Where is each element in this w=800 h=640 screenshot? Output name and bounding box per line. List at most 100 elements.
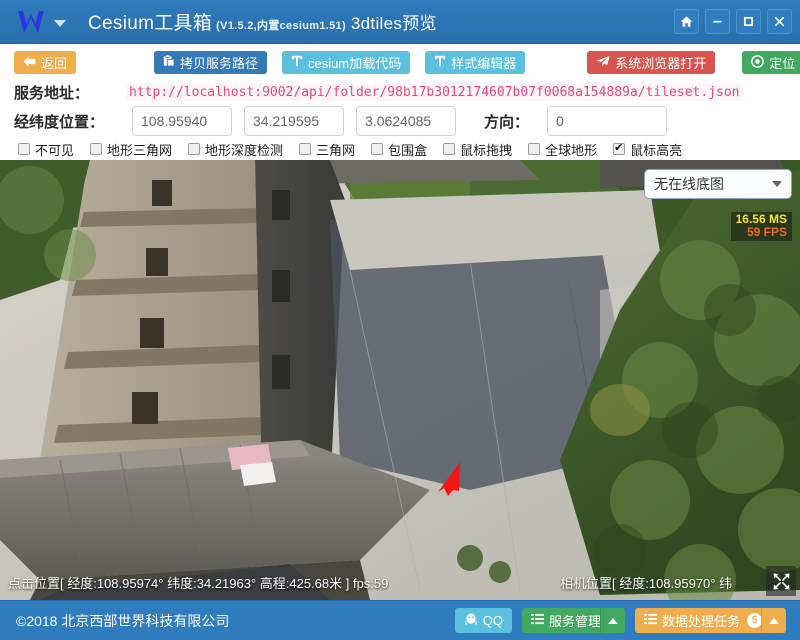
logo-area[interactable] bbox=[16, 9, 66, 35]
data-task-button[interactable]: 数据处理任务 5 bbox=[634, 608, 771, 633]
open-in-browser-button[interactable]: 系统浏览器打开 bbox=[587, 50, 716, 74]
coordinates-row: 经纬度位置： 方向： bbox=[0, 104, 800, 138]
service-management-label: 服务管理 bbox=[548, 614, 601, 629]
copy-service-path-button[interactable]: 拷贝服务路径 bbox=[154, 50, 268, 74]
checkbox-box[interactable] bbox=[528, 143, 541, 155]
chevron-up-icon bbox=[769, 617, 779, 624]
checkbox-wireframe[interactable]: 三角网 bbox=[299, 140, 355, 159]
checkbox-box[interactable] bbox=[18, 143, 30, 155]
checkbox-box[interactable] bbox=[443, 143, 456, 155]
basemap-select[interactable]: 无在线底图 bbox=[644, 169, 792, 199]
minimize-button[interactable] bbox=[705, 9, 730, 34]
checkbox-box[interactable] bbox=[90, 143, 103, 155]
checkbox-label: 全球地形 bbox=[545, 142, 598, 158]
fullscreen-expand-icon bbox=[773, 573, 789, 589]
options-row: 不可见 地形三角网 地形深度检测 三角网 包围盒 鼠标拖拽 全球地形 鼠标高亮 bbox=[0, 138, 800, 160]
cesium-viewer[interactable]: 无在线底图 16.56 MS 59 FPS 点击位置[ 经度:108.95974… bbox=[0, 160, 800, 600]
minimize-icon bbox=[713, 20, 722, 23]
perf-fps-value: 59 FPS bbox=[746, 225, 787, 240]
service-url-label: 服务地址： bbox=[14, 84, 90, 102]
latitude-input[interactable] bbox=[244, 106, 345, 136]
form-area: 服务地址： http://localhost:9002/api/folder/9… bbox=[0, 80, 800, 160]
checkbox-box[interactable] bbox=[188, 143, 201, 155]
click-position-status: 点击位置[ 经度:108.95974° 纬度:34.21963° 高程:425.… bbox=[8, 576, 389, 591]
checkbox-mouse-highlight[interactable]: 鼠标高亮 bbox=[613, 140, 682, 159]
app-subtitle-text: 3dtiles预览 bbox=[350, 14, 437, 33]
footer-buttons: QQ 服务管理 数据处理任务 5 bbox=[454, 608, 786, 633]
arrow-left-icon bbox=[23, 55, 36, 69]
chevron-up-icon bbox=[607, 617, 618, 624]
checkbox-terrain-depth-test[interactable]: 地形深度检测 bbox=[188, 140, 283, 159]
maximize-button[interactable] bbox=[736, 9, 761, 34]
checkbox-label: 不可见 bbox=[35, 142, 75, 158]
checkbox-box[interactable] bbox=[299, 143, 312, 155]
camera-position-status: 相机位置[ 经度:108.95970° 纬 bbox=[560, 576, 733, 591]
longitude-input[interactable] bbox=[132, 106, 233, 136]
back-button[interactable]: 返回 bbox=[14, 50, 77, 74]
window-controls bbox=[674, 9, 792, 34]
red-arrow-cursor-icon bbox=[438, 462, 460, 496]
chevron-down-icon[interactable] bbox=[772, 181, 782, 187]
checkbox-bounding-box[interactable]: 包围盒 bbox=[371, 140, 427, 159]
open-in-browser-label: 系统浏览器打开 bbox=[615, 55, 707, 71]
service-management-expand-button[interactable] bbox=[599, 608, 625, 633]
data-task-expand-button[interactable] bbox=[761, 608, 786, 633]
copyright-text: ©2018 北京西部世界科技有限公司 bbox=[16, 612, 230, 629]
footer-bar: ©2018 北京西部世界科技有限公司 QQ 服务管理 数据处理任务 5 bbox=[0, 600, 800, 640]
clipboard-icon bbox=[163, 54, 175, 69]
service-management-button[interactable]: 服务管理 bbox=[521, 608, 610, 633]
qq-button[interactable]: QQ bbox=[454, 608, 512, 633]
checkbox-label: 地形三角网 bbox=[107, 142, 173, 158]
title-bar: Cesium工具箱 (V1.5.2,内置cesium1.51) 3dtiles预览 bbox=[0, 0, 800, 44]
data-task-label: 数据处理任务 bbox=[661, 614, 740, 629]
direction-input[interactable] bbox=[547, 106, 668, 136]
text-format-icon bbox=[291, 55, 303, 69]
checkbox-mouse-drag[interactable]: 鼠标拖拽 bbox=[443, 140, 512, 159]
home-button[interactable] bbox=[674, 9, 699, 34]
3d-scene-render bbox=[0, 160, 800, 600]
locate-button[interactable]: 定位 bbox=[742, 50, 800, 74]
app-title-text: Cesium工具箱 bbox=[88, 13, 213, 34]
toolbar: 返回 拷贝服务路径 cesium加载代码 样式编辑器 系统浏览器打开 定位 bbox=[0, 44, 800, 80]
data-task-group: 数据处理任务 5 bbox=[634, 608, 786, 633]
send-icon bbox=[596, 55, 610, 69]
qq-icon bbox=[464, 612, 478, 629]
checkbox-box[interactable] bbox=[371, 143, 384, 155]
service-url-row: 服务地址： http://localhost:9002/api/folder/9… bbox=[0, 80, 800, 104]
copy-service-path-label: 拷贝服务路径 bbox=[180, 55, 259, 71]
checkbox-box[interactable] bbox=[613, 141, 626, 155]
list-icon bbox=[643, 613, 657, 628]
home-icon bbox=[680, 16, 693, 27]
fullscreen-button[interactable] bbox=[766, 566, 796, 596]
w-logo-icon bbox=[16, 9, 46, 35]
direction-label: 方向： bbox=[484, 113, 530, 131]
checkbox-invisible[interactable]: 不可见 bbox=[18, 140, 74, 159]
close-icon bbox=[774, 16, 785, 27]
locate-label: 定位 bbox=[769, 55, 796, 71]
cesium-code-label: cesium加载代码 bbox=[308, 55, 402, 71]
back-button-label: 返回 bbox=[41, 55, 68, 71]
cesium-code-button[interactable]: cesium加载代码 bbox=[282, 50, 411, 74]
page-title: Cesium工具箱 (V1.5.2,内置cesium1.51) 3dtiles预览 bbox=[88, 8, 437, 35]
basemap-select-value: 无在线底图 bbox=[654, 176, 724, 192]
chevron-down-icon[interactable] bbox=[54, 19, 66, 27]
app-window: Cesium工具箱 (V1.5.2,内置cesium1.51) 3dtiles预览 … bbox=[0, 0, 800, 640]
list-icon bbox=[530, 613, 544, 628]
checkbox-terrain-wireframe[interactable]: 地形三角网 bbox=[90, 140, 172, 159]
style-editor-label: 样式编辑器 bbox=[451, 55, 517, 71]
data-task-badge: 5 bbox=[747, 613, 762, 628]
height-input[interactable] bbox=[356, 106, 457, 136]
maximize-icon bbox=[743, 16, 754, 27]
target-icon bbox=[751, 54, 765, 70]
service-url-value[interactable]: http://localhost:9002/api/folder/98b17b3… bbox=[126, 83, 743, 101]
checkbox-global-terrain[interactable]: 全球地形 bbox=[528, 140, 597, 159]
text-format-icon bbox=[434, 55, 446, 69]
qq-button-label: QQ bbox=[482, 613, 503, 628]
lonlat-label: 经纬度位置： bbox=[14, 113, 105, 131]
checkbox-label: 包围盒 bbox=[388, 142, 428, 158]
app-version-text: (V1.5.2,内置cesium1.51) bbox=[216, 20, 346, 32]
checkbox-label: 鼠标拖拽 bbox=[460, 142, 513, 158]
checkbox-label: 三角网 bbox=[316, 142, 356, 158]
close-button[interactable] bbox=[767, 9, 792, 34]
style-editor-button[interactable]: 样式编辑器 bbox=[425, 50, 526, 74]
